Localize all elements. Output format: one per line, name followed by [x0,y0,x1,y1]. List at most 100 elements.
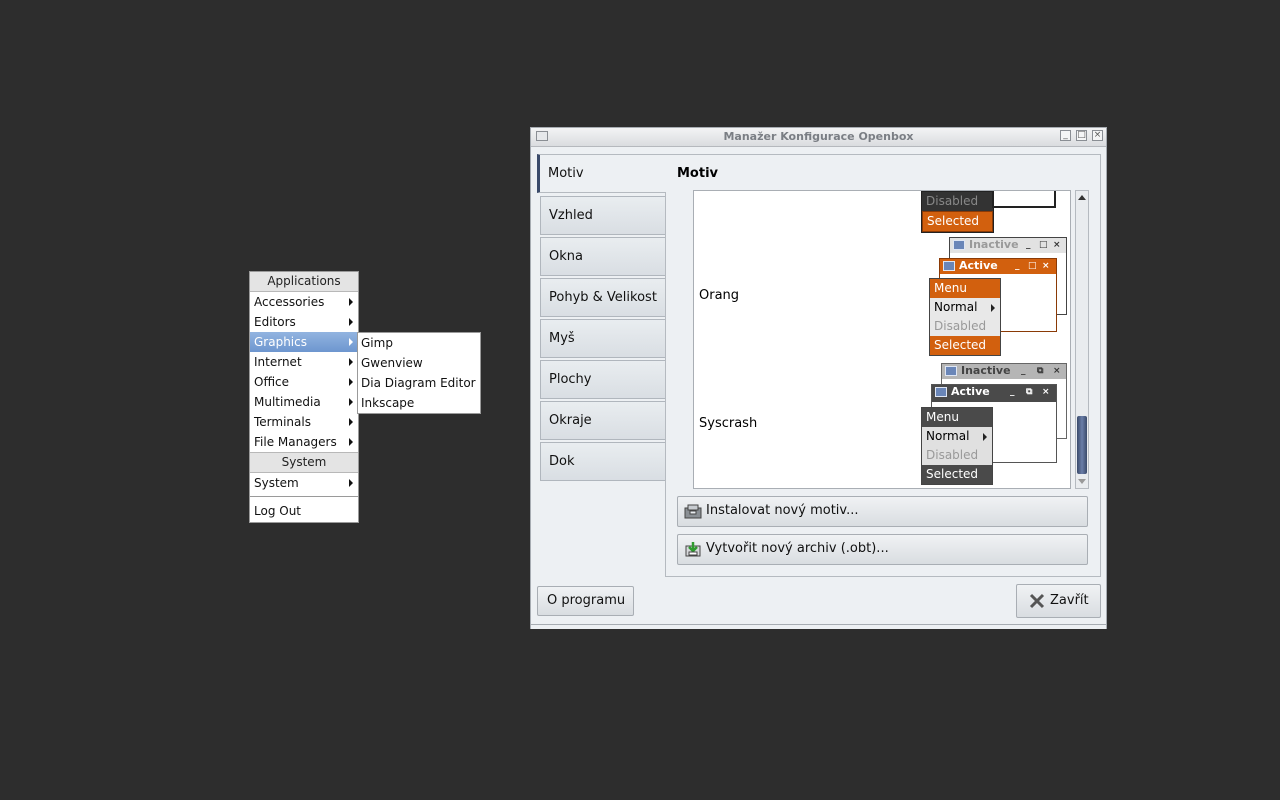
orang-inactive-titlebar: Inactive _ □ × [950,238,1066,253]
menu-item-system[interactable]: System [250,473,358,493]
graphics-submenu: Gimp Gwenview Dia Diagram Editor Inkscap… [357,332,481,414]
menu-item-log-out[interactable]: Log Out [250,500,358,522]
submenu-arrow-icon [349,479,353,487]
close-icon: × [1053,240,1061,250]
menu-item-dia[interactable]: Dia Diagram Editor [358,373,480,393]
menu-item-label: Terminals [254,415,311,429]
minimize-icon: _ [1021,366,1026,376]
scroll-down-icon[interactable] [1078,479,1086,484]
tab-okraje[interactable]: Okraje [540,401,665,440]
install-theme-label: Instalovat nový motiv... [706,503,859,518]
applications-menu: Applications Accessories Editors Graphic… [249,271,359,523]
preview-selected-item: Selected [922,465,992,484]
tab-mys[interactable]: Myš [540,319,665,358]
submenu-arrow-icon [349,338,353,346]
menu-item-label: Accessories [254,295,325,309]
menu-item-label: Log Out [254,504,302,518]
submenu-arrow-icon [349,318,353,326]
syscrash-menu-preview: Menu Normal Disabled Selected [921,407,993,485]
theme-name-syscrash[interactable]: Syscrash [699,416,757,431]
preview-disabled-item: Disabled [930,317,1000,336]
install-theme-button[interactable]: Instalovat nový motiv... [677,496,1088,527]
close-icon[interactable]: × [1092,130,1103,141]
theme-name-orang[interactable]: Orang [699,288,739,303]
scroll-thumb[interactable] [1077,416,1087,474]
preview-normal-label: Normal [934,300,978,314]
restore-icon: ⧉ [1037,366,1044,376]
preview-normal-label: Normal [926,429,970,443]
close-button[interactable]: Zavřít [1016,584,1101,618]
menu-item-internet[interactable]: Internet [250,352,358,372]
syscrash-inactive-titlebar: Inactive _ ⧉ × [942,364,1066,379]
maximize-icon: □ [1039,240,1048,250]
menu-item-graphics[interactable]: Graphics [250,332,358,352]
menu-item-accessories[interactable]: Accessories [250,292,358,312]
menu-item-label: Internet [254,355,302,369]
preview-normal-item: Normal [930,298,1000,317]
menu-separator [250,496,358,497]
menu-item-label: Editors [254,315,296,329]
window-bottom-edge [531,624,1106,629]
preview-inactive-label: Inactive [961,364,1011,377]
menu-item-multimedia[interactable]: Multimedia [250,392,358,412]
create-archive-label: Vytvořit nový archiv (.obt)... [706,541,889,556]
window-title: Manažer Konfigurace Openbox [723,130,914,143]
openbox-config-window: Manažer Konfigurace Openbox _ □ × Motiv … [530,127,1107,629]
window-icon [935,387,947,397]
create-archive-button[interactable]: Vytvořit nový archiv (.obt)... [677,534,1088,565]
theme-list[interactable]: Disabled Selected Orang Inactive _ □ × A… [693,190,1071,489]
preview-selected-item: Selected [922,211,993,232]
maximize-icon: □ [1028,261,1037,271]
menu-item-gwenview[interactable]: Gwenview [358,353,480,373]
minimize-icon[interactable]: _ [1060,130,1071,141]
menu-item-gimp[interactable]: Gimp [358,333,480,353]
tab-motiv[interactable]: Motiv [537,154,666,193]
archive-download-icon [685,542,701,557]
menu-item-editors[interactable]: Editors [250,312,358,332]
theme-preview-partial: Disabled Selected [921,191,994,233]
window-titlebar[interactable]: Manažer Konfigurace Openbox _ □ × [531,128,1106,147]
window-icon [945,366,957,376]
menu-item-file-managers[interactable]: File Managers [250,432,358,452]
about-button[interactable]: O programu [537,586,634,616]
tab-dok[interactable]: Dok [540,442,665,481]
preview-active-label: Active [951,385,990,398]
preview-disabled-item: Disabled [926,194,979,208]
close-icon: × [1042,261,1050,271]
tab-vzhled[interactable]: Vzhled [540,196,665,235]
close-icon: × [1053,366,1061,376]
preview-selected-item: Selected [930,336,1000,355]
preview-window-edge [992,191,1056,208]
preview-active-label: Active [959,259,998,272]
tab-plochy[interactable]: Plochy [540,360,665,399]
tab-pohyb-velikost[interactable]: Pohyb & Velikost [540,278,665,317]
menu-title-system: System [250,452,358,473]
menu-item-label: Office [254,375,290,389]
submenu-arrow-icon [349,418,353,426]
submenu-arrow-icon [349,398,353,406]
window-icon [953,240,965,250]
maximize-icon[interactable]: □ [1076,130,1087,141]
menu-item-office[interactable]: Office [250,372,358,392]
minimize-icon: _ [1015,261,1020,271]
preview-disabled-item: Disabled [926,448,979,462]
window-icon [943,261,955,271]
submenu-arrow-icon [983,433,987,441]
menu-title-applications: Applications [250,272,358,292]
close-button-label: Zavřít [1050,593,1089,608]
syscrash-active-titlebar: Active _ ⧉ × [932,385,1056,402]
submenu-arrow-icon [349,298,353,306]
theme-list-scrollbar[interactable] [1075,190,1089,489]
preview-normal-item: Normal [922,427,992,446]
menu-item-terminals[interactable]: Terminals [250,412,358,432]
minimize-icon: _ [1010,387,1015,397]
submenu-arrow-icon [349,358,353,366]
menu-item-label: File Managers [254,435,337,449]
section-title: Motiv [677,166,719,181]
tab-okna[interactable]: Okna [540,237,665,276]
menu-item-label: System [254,476,299,490]
orang-active-titlebar: Active _ □ × [940,259,1056,274]
menu-item-inkscape[interactable]: Inkscape [358,393,480,413]
minimize-icon: _ [1026,240,1031,250]
scroll-up-icon[interactable] [1078,195,1086,200]
